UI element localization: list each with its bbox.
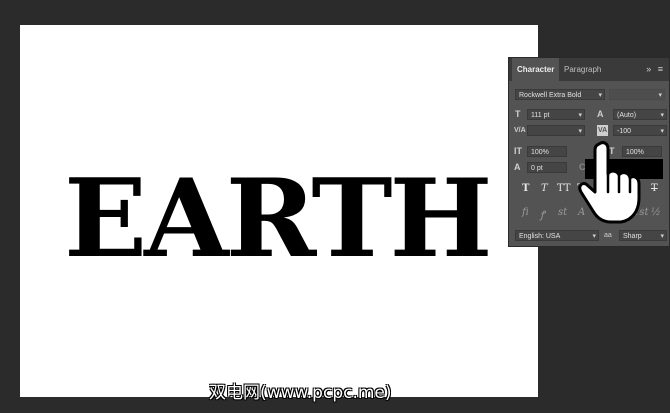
font-family-value: Rockwell Extra Bold <box>519 92 582 99</box>
chevron-down-icon: ▾ <box>660 112 664 119</box>
tab-character[interactable]: Character <box>512 58 560 81</box>
earth-text-layer[interactable]: EARTH <box>64 160 493 278</box>
antialias-value: Sharp <box>623 233 642 240</box>
antialias-icon: aa <box>604 232 612 239</box>
ligatures-button[interactable]: fi <box>522 207 529 218</box>
vertical-scale-value: 100% <box>531 149 549 156</box>
leading-icon: A <box>597 109 604 119</box>
panel-menu-icon[interactable]: » ≡ <box>646 58 665 81</box>
antialias-select[interactable]: Sharp ▾ <box>619 230 667 241</box>
fractions-button[interactable]: ½ <box>651 207 661 218</box>
font-family-select[interactable]: Rockwell Extra Bold ▾ <box>515 89 605 100</box>
font-style-select[interactable]: ▾ <box>609 89 665 100</box>
baseline-shift-value: 0 pt <box>531 165 543 172</box>
chevron-down-icon: ▾ <box>578 128 582 135</box>
tracking-value: -100 <box>617 128 632 135</box>
font-size-icon: T <box>515 109 521 119</box>
faux-italic-button[interactable]: T <box>541 183 548 194</box>
kerning-icon: V/A <box>514 127 526 134</box>
font-size-input[interactable]: 111 pt ▾ <box>527 109 585 120</box>
discretionary-ligatures-button[interactable]: ꝭ <box>540 207 545 221</box>
tracking-input[interactable]: -100 ▾ <box>613 125 667 136</box>
faux-bold-button[interactable]: T <box>522 183 529 194</box>
baseline-shift-icon: A <box>514 162 521 172</box>
pointing-hand-cursor-icon <box>578 141 641 224</box>
vertical-scale-icon: IT <box>514 146 522 156</box>
font-size-value: 111 pt <box>531 112 550 119</box>
chevron-down-icon: ▾ <box>660 233 664 240</box>
tab-paragraph[interactable]: Paragraph <box>559 58 606 81</box>
language-select[interactable]: English: USA ▾ <box>515 230 599 241</box>
tracking-icon: VA <box>597 125 609 136</box>
strikethrough-button[interactable]: T <box>651 183 658 194</box>
document-canvas[interactable]: EARTH <box>20 25 538 397</box>
vertical-scale-input[interactable]: 100% <box>527 146 567 157</box>
stylistic-alternates-button[interactable]: st <box>558 207 567 218</box>
chevron-down-icon: ▾ <box>660 128 664 135</box>
chevron-down-icon: ▾ <box>592 233 596 240</box>
leading-input[interactable]: (Auto) ▾ <box>613 109 667 120</box>
kerning-input[interactable]: ▾ <box>527 125 585 136</box>
leading-value: (Auto) <box>617 112 637 119</box>
chevron-down-icon: ▾ <box>598 92 602 99</box>
panel-tab-bar: Character Paragraph » ≡ <box>509 58 669 81</box>
watermark-text: 双电网(www.pcpc.me) <box>209 383 392 403</box>
baseline-shift-input[interactable]: 0 pt <box>527 162 567 173</box>
language-value: English: USA <box>519 233 561 240</box>
chevron-down-icon: ▾ <box>658 92 662 99</box>
all-caps-button[interactable]: TT <box>557 183 571 194</box>
chevron-down-icon: ▾ <box>578 112 582 119</box>
